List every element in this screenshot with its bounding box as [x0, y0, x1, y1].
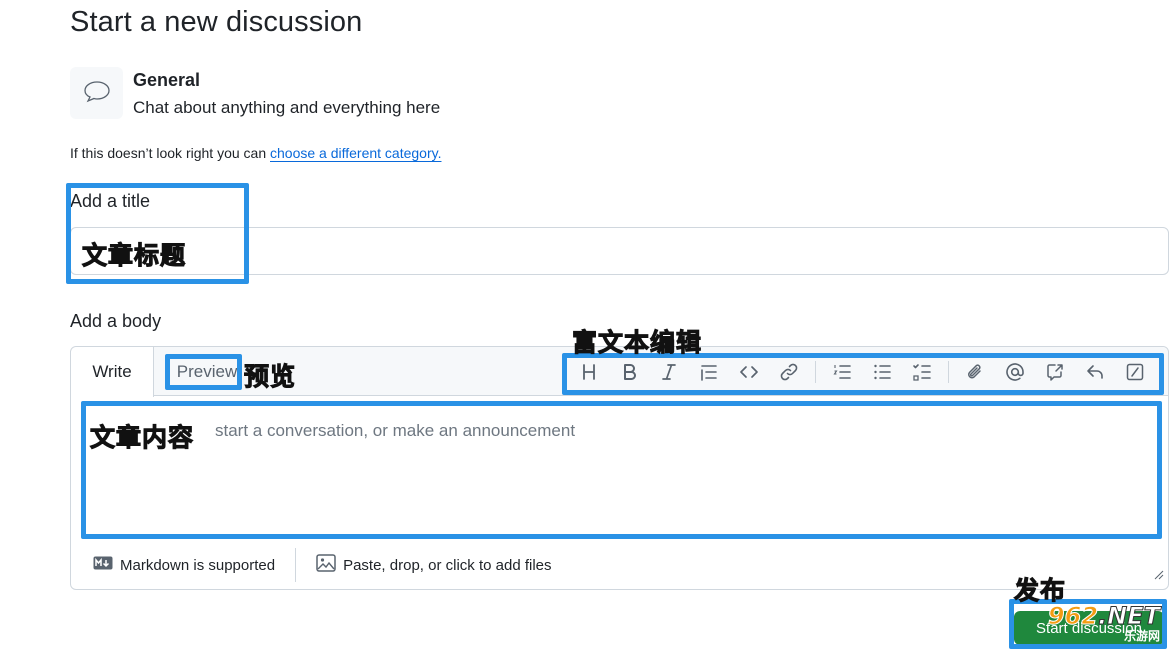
watermark-rest: .NET: [1098, 602, 1161, 631]
comment-icon: [83, 79, 111, 108]
slash-command-icon[interactable]: [1115, 357, 1155, 387]
ordered-list-icon[interactable]: [822, 357, 862, 387]
annotation-publish: 发布: [1013, 576, 1067, 606]
code-icon[interactable]: [729, 357, 769, 387]
italic-icon[interactable]: [649, 357, 689, 387]
add-files-label: Paste, drop, or click to add files: [343, 556, 552, 574]
annotation-title: 文章标题: [81, 241, 187, 271]
category-note: If this doesn’t look right you can choos…: [70, 145, 441, 161]
add-files[interactable]: Paste, drop, or click to add files: [296, 540, 552, 590]
watermark-sub: 乐游网: [1123, 629, 1160, 643]
task-list-icon[interactable]: [902, 357, 942, 387]
body-placeholder: start a conversation, or make an announc…: [215, 421, 576, 440]
tab-preview[interactable]: Preview: [171, 347, 243, 396]
page-title: Start a new discussion: [70, 6, 363, 38]
unordered-list-icon[interactable]: [862, 357, 902, 387]
heading-icon[interactable]: [569, 357, 609, 387]
toolbar-divider: [815, 361, 816, 383]
bold-icon[interactable]: [609, 357, 649, 387]
page-root: Start a new discussion General Chat abou…: [0, 0, 1170, 651]
toolbar-divider: [948, 361, 949, 383]
annotation-toolbar: 富文本编辑: [571, 328, 703, 358]
annotation-preview: 预览: [243, 362, 297, 392]
annotation-body: 文章内容: [89, 423, 195, 453]
body-editor: Write Preview start a conversation, or m…: [70, 346, 1169, 590]
body-label: Add a body: [70, 311, 162, 331]
markdown-icon: [93, 556, 113, 574]
category-name: General: [133, 70, 201, 90]
tab-write[interactable]: Write: [71, 347, 154, 397]
cross-reference-icon[interactable]: [1035, 357, 1075, 387]
attach-icon[interactable]: [955, 357, 995, 387]
reply-icon[interactable]: [1075, 357, 1115, 387]
category-icon-box: [70, 67, 123, 119]
formatting-toolbar: [569, 357, 1155, 387]
title-input[interactable]: [70, 227, 1169, 275]
category-description: Chat about anything and everything here: [133, 98, 441, 117]
mention-icon[interactable]: [995, 357, 1035, 387]
body-textarea[interactable]: start a conversation, or make an announc…: [83, 407, 1160, 535]
choose-category-link[interactable]: choose a different category.: [270, 145, 441, 161]
category-note-text: If this doesn’t look right you can: [70, 145, 267, 161]
quote-icon[interactable]: [689, 357, 729, 387]
image-icon: [316, 554, 336, 576]
markdown-support-label: Markdown is supported: [120, 556, 276, 574]
editor-footer: Markdown is supported Paste, drop, or cl…: [71, 540, 1168, 590]
markdown-support[interactable]: Markdown is supported: [71, 548, 297, 582]
title-label: Add a title: [70, 191, 151, 211]
link-icon[interactable]: [769, 357, 809, 387]
